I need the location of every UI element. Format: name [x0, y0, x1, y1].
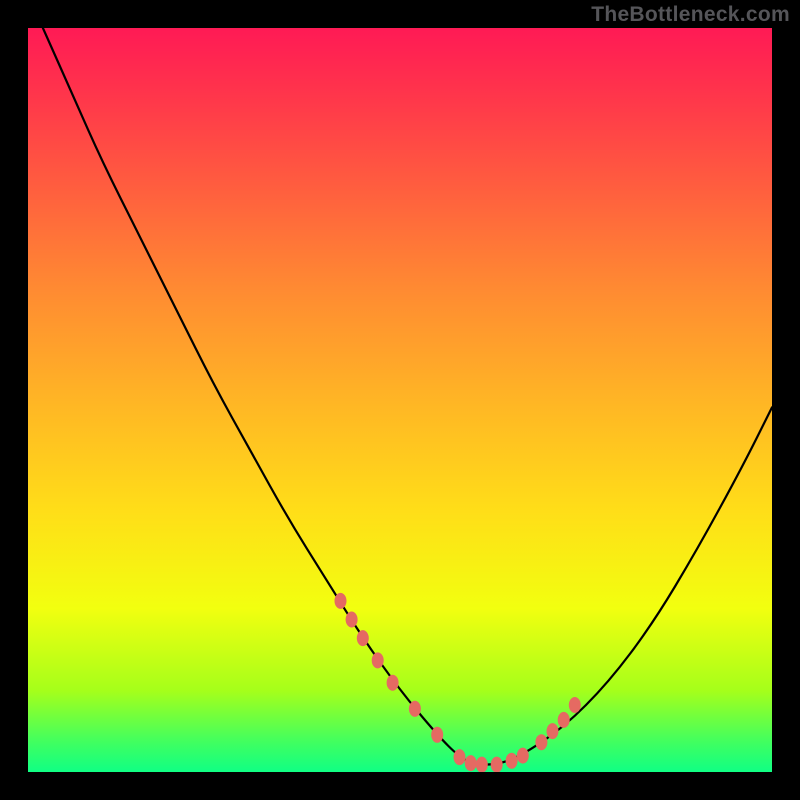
marker-dot	[491, 757, 503, 772]
marker-dot	[346, 612, 358, 628]
marker-dot	[372, 652, 384, 668]
marker-dot	[409, 701, 421, 717]
marker-dot	[517, 748, 529, 764]
marker-dot	[335, 593, 347, 609]
marker-dot	[465, 755, 477, 771]
marker-dot	[569, 697, 581, 713]
marker-dot	[476, 757, 488, 772]
marker-dot	[535, 734, 547, 750]
marker-dot	[387, 675, 399, 691]
marker-dot	[506, 753, 518, 769]
marker-dot	[454, 749, 466, 765]
bottleneck-curve	[43, 28, 772, 765]
marker-dot	[431, 727, 443, 743]
chart-svg	[28, 28, 772, 772]
watermark-text: TheBottleneck.com	[591, 3, 790, 27]
chart-frame: TheBottleneck.com	[0, 0, 800, 800]
marker-dot	[357, 630, 369, 646]
highlight-markers	[335, 593, 581, 772]
plot-area	[28, 28, 772, 772]
marker-dot	[547, 723, 559, 739]
marker-dot	[558, 712, 570, 728]
